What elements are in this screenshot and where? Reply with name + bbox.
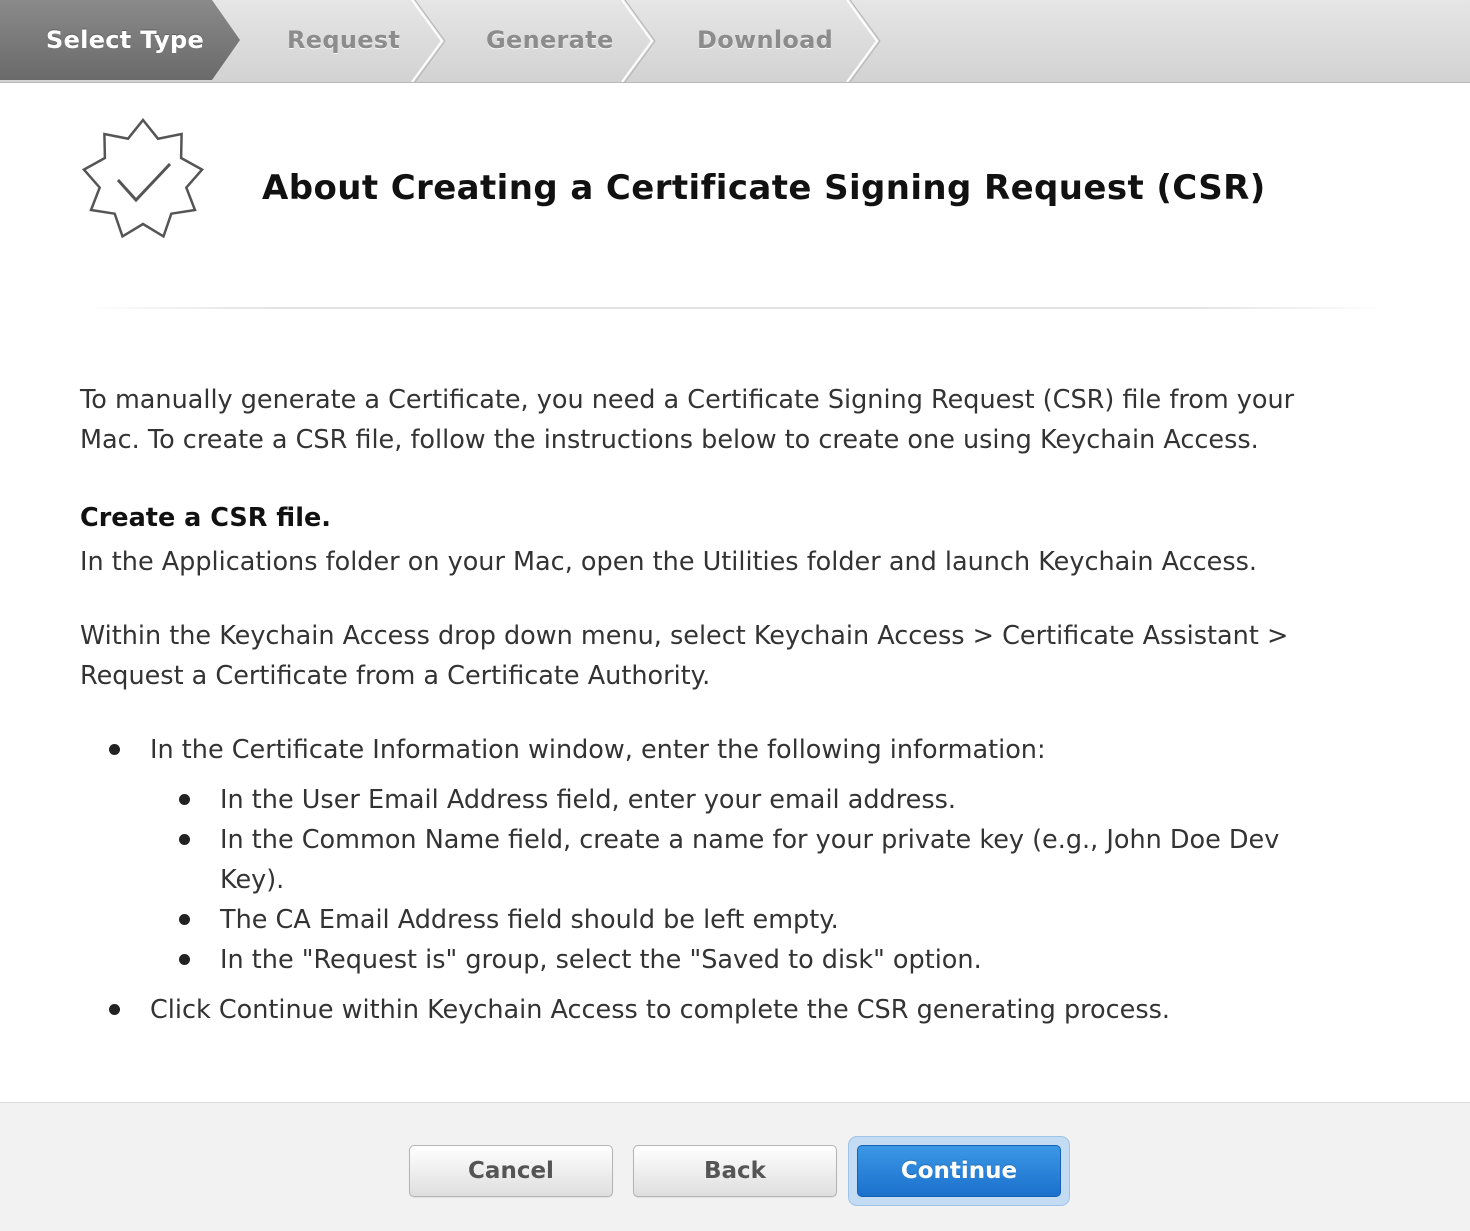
step-progress-bar: Select Type Request Generate Download [0, 0, 1470, 83]
list-item-text-continued: Key). [220, 865, 285, 895]
continue-button[interactable]: Continue [857, 1145, 1061, 1197]
bullet-icon [179, 794, 190, 805]
step-label: Request [287, 26, 401, 54]
menu-instruction: Within the Keychain Access drop down men… [80, 621, 1289, 691]
list-item-text: In the Certificate Information window, e… [150, 735, 1046, 765]
step-separator-icon [846, 0, 881, 82]
list-item-text: Click Continue within Keychain Access to… [150, 995, 1171, 1025]
step-label: Select Type [46, 26, 205, 54]
certificate-badge-icon [81, 118, 205, 239]
step-download: Download [697, 0, 833, 80]
list-item-text: In the "Request is" group, select the "S… [220, 945, 982, 975]
divider [80, 307, 1390, 309]
applications-instruction: In the Applications folder on your Mac, … [80, 547, 1258, 577]
bullet-icon [109, 1004, 120, 1015]
step-label: Download [697, 26, 834, 54]
footer-bar: Cancel Back Continue [0, 1102, 1470, 1231]
list-item-text: In the User Email Address field, enter y… [220, 785, 957, 815]
bullet-icon [179, 914, 190, 925]
step-separator-icon [411, 0, 446, 82]
step-select-type: Select Type [0, 0, 240, 80]
intro-text: To manually generate a Certificate, you … [80, 385, 1295, 455]
list-item-text: In the Common Name field, create a name … [220, 825, 1280, 855]
bullet-icon [179, 834, 190, 845]
step-request: Request [287, 0, 400, 80]
back-button[interactable]: Back [633, 1145, 837, 1197]
step-label: Generate [486, 26, 614, 54]
cancel-button[interactable]: Cancel [409, 1145, 613, 1197]
bullet-icon [109, 744, 120, 755]
list-item-text: The CA Email Address field should be lef… [220, 905, 839, 935]
section-heading: Create a CSR file. [80, 503, 331, 533]
step-generate: Generate [486, 0, 614, 80]
page-title: About Creating a Certificate Signing Req… [262, 168, 1266, 208]
bullet-icon [179, 954, 190, 965]
step-separator-icon [621, 0, 656, 82]
